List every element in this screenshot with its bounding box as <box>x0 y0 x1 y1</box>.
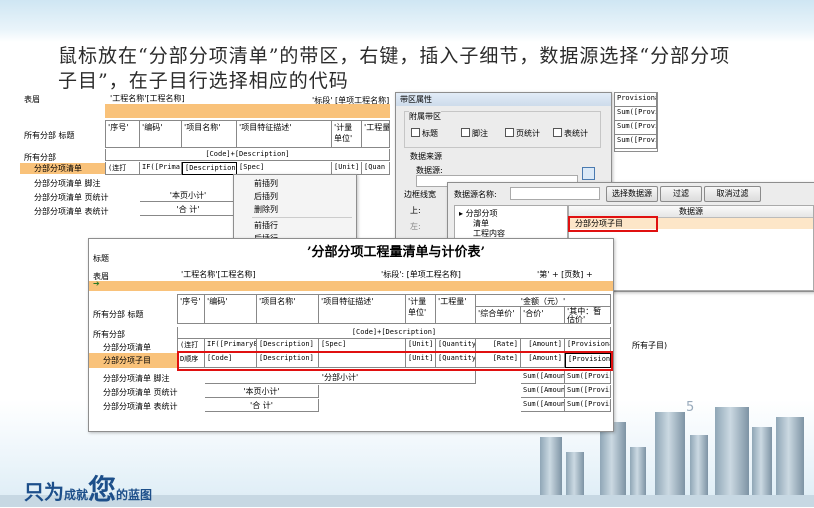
instruction-line-1: 鼠标放在“分部分项清单”的带区，右键，插入子细节，数据源选择“分部分项 <box>58 45 731 67</box>
check-table-total[interactable]: 表统计 <box>553 128 588 139</box>
band-label-list-footer: 分部分项清单 脚注 <box>34 179 101 188</box>
ds-name-input[interactable] <box>510 187 600 200</box>
arrow-icon: ➔ <box>93 279 100 288</box>
h-provisional: '其中：暂估价' <box>565 307 611 324</box>
brand-slogan: 只为成就您的蓝图 <box>24 468 152 508</box>
attached-band-group: 附属带区 标题 脚注 页统计 表统计 <box>404 111 601 148</box>
slide-instruction-text: 鼠标放在“分部分项清单”的带区，右键，插入子细节，数据源选择“分部分项 子目”，… <box>58 44 798 94</box>
page-total-cell: '本页小计' <box>140 189 237 202</box>
h-name: '项目名称' <box>257 294 319 324</box>
page-sum-amount: Sum([Amoun <box>521 385 565 398</box>
h-unit-price: '综合单价' <box>476 307 521 324</box>
check-title[interactable]: 标题 <box>411 128 438 139</box>
left-label: 左: <box>410 222 421 231</box>
filter-button[interactable]: 过滤 <box>660 186 702 202</box>
menu-divider <box>252 217 352 218</box>
front-report-designer: 标题 ’分部分项工程量清单与计价表’ 表眉 '工程名称'[工程名称] '标段':… <box>88 238 614 432</box>
brand-part-4: 的蓝图 <box>116 488 153 502</box>
col-name: '项目名称' <box>182 120 237 148</box>
dialog-titlebar: 带区属性 <box>396 93 611 106</box>
menu-insert-col-after[interactable]: 后插列 <box>234 190 354 203</box>
band-sub-item[interactable]: 分部分项子目 <box>89 353 177 368</box>
band-label-grand-total: 分部分项清单 表统计 <box>34 207 109 216</box>
col-qty: '工程量' <box>362 120 390 148</box>
cancel-filter-button[interactable]: 取消过滤 <box>704 186 761 202</box>
brand-part-3: 您 <box>88 473 117 506</box>
row-desc[interactable]: [Description] <box>182 162 237 175</box>
band-label-all-title: 所有分部 标题 <box>24 131 75 140</box>
h-code: '编码' <box>205 294 257 324</box>
ds-name-label: 数据源名称: <box>454 190 497 199</box>
select-datasource-button[interactable]: 选择数据源 <box>606 186 658 202</box>
sum-cell-4: Sum([Provis <box>615 135 657 149</box>
datasource-group-label: 数据来源 <box>410 152 442 161</box>
h-amount-group: '金额（元）' <box>476 294 611 307</box>
right-all-items-label: 所有子目) <box>632 341 668 350</box>
band-label-list: 分部分项清单 <box>20 163 105 174</box>
footer-sum-prov: Sum([Provis <box>565 371 611 384</box>
band-title-label: 标题 <box>93 254 109 263</box>
slide-header-sky <box>0 0 814 42</box>
dialog-title: 带区属性 <box>400 95 432 104</box>
row-seq: (连打 <box>105 162 140 175</box>
sum-cell-2: Sum([Provis <box>615 107 657 121</box>
h-qty: '工程量' <box>436 294 476 324</box>
red-highlight-ds <box>568 216 658 232</box>
report-title: ’分部分项工程量清单与计价表’ <box>306 245 486 260</box>
col-code: '编码' <box>140 120 182 148</box>
col-seq: '序号' <box>105 120 140 148</box>
right-sum-column: Provisiona Sum([Provis Sum([Provis Sum([… <box>614 92 658 152</box>
page-number: 5 <box>686 400 695 415</box>
code-desc-row: [Code]+[Description] <box>177 327 611 339</box>
band-grand-total: 分部分项清单 表统计 <box>103 402 178 411</box>
check-page-total[interactable]: 页统计 <box>505 128 540 139</box>
top-label: 上: <box>410 206 421 215</box>
brand-part-1: 只为 <box>24 480 64 504</box>
row-code: IF([Primary8 <box>140 162 182 175</box>
menu-delete-col[interactable]: 删除列 <box>234 203 354 216</box>
sum-cell-3: Sum([Provis <box>615 121 657 135</box>
page-sum-prov: Sum([Provis <box>565 385 611 398</box>
menu-insert-col-before[interactable]: 前插列 <box>234 177 354 190</box>
project-field: '工程名称'[工程名称] <box>181 270 256 279</box>
col-unit: '计量单位' <box>332 120 362 148</box>
instruction-line-2: 子目”，在子目行选择相应的代码 <box>58 70 349 92</box>
highlight-strip <box>105 104 390 118</box>
check-footer[interactable]: 脚注 <box>461 128 488 139</box>
footer-subtotal: '分部小计' <box>205 371 476 384</box>
band-page-total: 分部分项清单 页统计 <box>103 388 178 397</box>
grand-sum-amount: Sum([Amoun <box>521 399 565 412</box>
h-unit: '计量单位' <box>406 294 436 324</box>
band-list: 分部分项清单 <box>103 343 151 352</box>
band-list-footer: 分部分项清单 脚注 <box>103 374 170 383</box>
border-width-label: 边框线宽 <box>404 190 436 199</box>
grand-sum-prov: Sum([Provis <box>565 399 611 412</box>
project-title-cell: '工程名称'[工程名称] <box>110 94 185 103</box>
band-label-page-total: 分部分项清单 页统计 <box>34 193 109 202</box>
menu-insert-row-before[interactable]: 前插行 <box>234 219 354 232</box>
page-expression: '第' + [页数] + <box>537 270 593 279</box>
context-menu: 前插列 后插列 删除列 前插行 后插行 <box>233 174 357 244</box>
section-field: '标段': [单项工程名称] <box>381 270 461 279</box>
grand-total: '合 计' <box>205 399 319 412</box>
band-label-all: 所有分部 <box>24 153 56 162</box>
red-highlight-subrow <box>177 351 613 371</box>
page-total: '本页小计' <box>205 385 319 398</box>
footer-sum-amount: Sum([Amoun <box>521 371 565 384</box>
datasource-browse-icon[interactable] <box>582 167 595 180</box>
h-total: '合价' <box>521 307 565 324</box>
row-qty: [Quan <box>362 162 390 175</box>
grand-total-cell: '合 计' <box>140 203 237 216</box>
brand-part-2: 成就 <box>64 488 89 502</box>
col-spec: '项目特征描述' <box>237 120 332 148</box>
band-header-label: 表眉 <box>24 95 40 104</box>
band-all: 所有分部 <box>93 330 125 339</box>
sum-cell-1: Provisiona <box>615 93 657 107</box>
code-desc-cell: [Code]+[Description] <box>105 149 390 161</box>
h-spec: '项目特征描述' <box>319 294 406 324</box>
header-highlight-row: ➔ <box>89 279 613 291</box>
h-seq: '序号' <box>177 294 205 324</box>
band-all-title: 所有分部 标题 <box>93 310 144 319</box>
